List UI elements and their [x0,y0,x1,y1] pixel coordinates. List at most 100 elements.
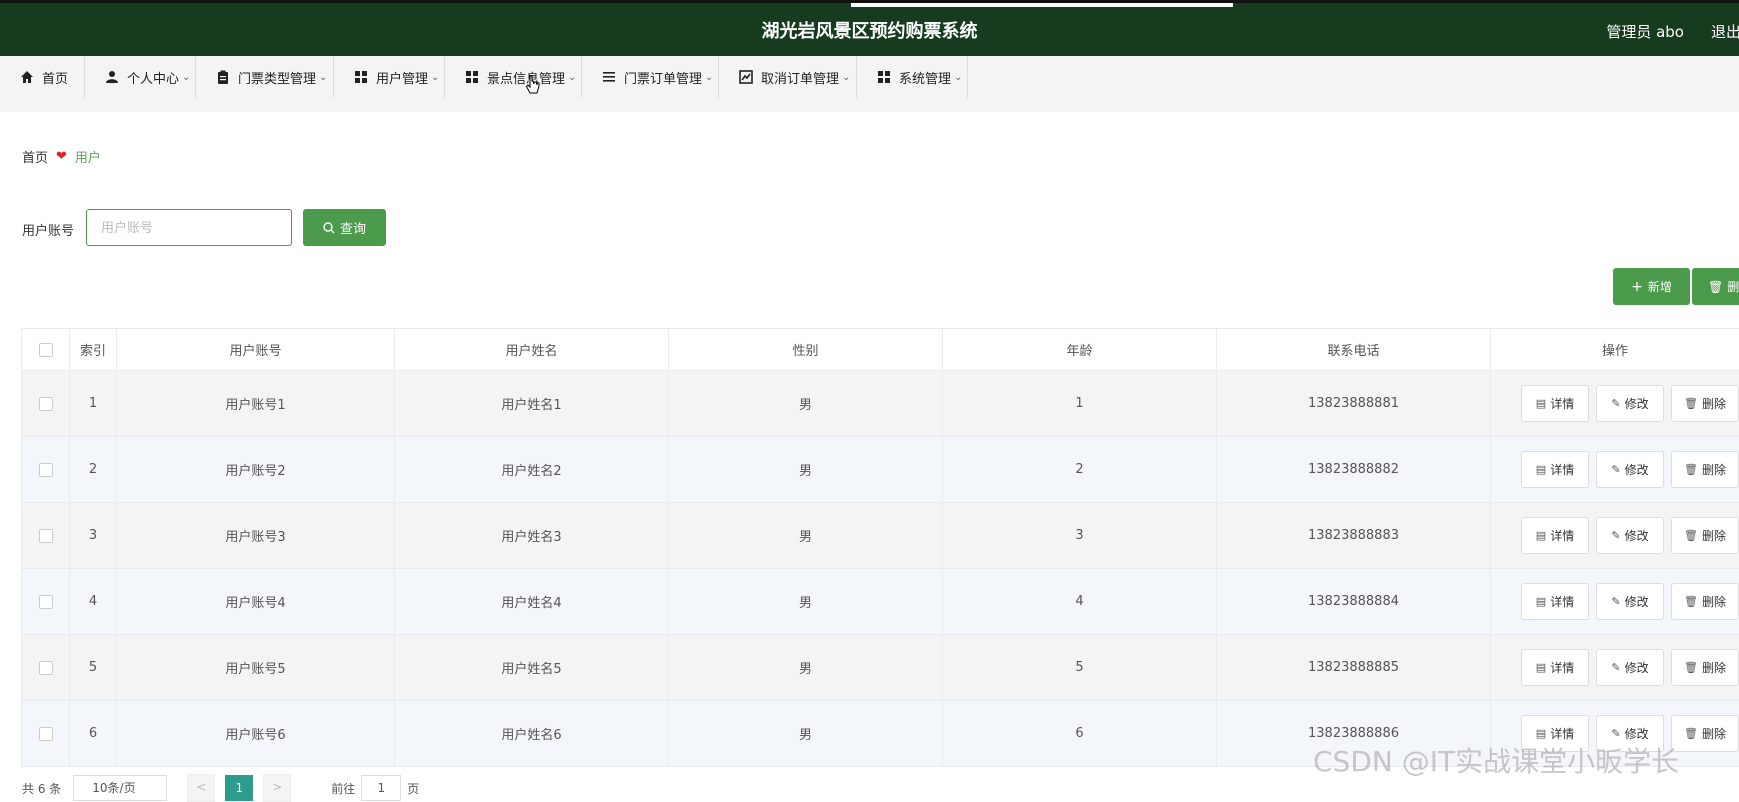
pencil-icon: ✎ [1611,397,1620,410]
batch-delete-label: 删除 [1727,278,1739,295]
cell-index: 1 [70,371,117,437]
cell-age: 6 [943,701,1217,767]
users-table: 索引 用户账号 用户姓名 性别 年龄 联系电话 操作 1用户账号1用户姓名1男1… [21,328,1739,767]
table-row: 4用户账号4用户姓名4男413823888884▤详情✎修改🗑删除 [22,569,1739,635]
row-checkbox[interactable] [39,397,53,411]
detail-button[interactable]: ▤详情 [1521,451,1589,488]
detail-button[interactable]: ▤详情 [1521,583,1589,620]
chevron-down-icon: ⌄ [705,72,713,83]
page-size-select[interactable]: 10条/页 [73,775,167,801]
delete-button[interactable]: 🗑删除 [1671,583,1739,620]
delete-button[interactable]: 🗑 删除 [1671,649,1739,686]
account-search-input[interactable] [86,209,292,246]
row-select-cell [22,437,70,503]
pencil-icon: ✎ [1611,727,1620,740]
nav-label: 个人中心 [127,68,179,87]
document-icon: ▤ [1536,397,1546,410]
breadcrumb: 首页 ❤ 用户 [22,147,101,166]
table-row: 5用户账号5用户姓名5男513823888885▤详情✎修改🗑删除 [22,635,1739,701]
cell-index: 2 [70,437,117,503]
add-button[interactable]: + 新增 [1613,268,1690,305]
search-icon [323,222,335,234]
cell-age: 5 [943,635,1217,701]
cell-name: 用户姓名1 [395,371,669,437]
detail-button[interactable]: ▤详情 [1521,517,1589,554]
cell-phone: 13823888883 [1217,503,1491,569]
row-select-cell [22,569,70,635]
delete-label: 删除 [1702,659,1726,676]
page-number-current[interactable]: 1 [225,775,253,801]
header-strip [851,3,1233,7]
delete-button[interactable]: 🗑删除 [1671,451,1739,488]
row-checkbox[interactable] [39,661,53,675]
nav-item-home[interactable]: 首页 [0,56,85,98]
search-button[interactable]: 查询 [303,209,386,246]
document-icon: ▤ [1536,595,1546,608]
row-checkbox[interactable] [39,727,53,741]
nav-item-scenic-info[interactable]: 景点信息管理 ⌄ [445,56,582,98]
heart-icon: ❤ [56,149,67,164]
nav-item-profile[interactable]: 个人中心 ⌄ [85,56,196,98]
row-checkbox[interactable] [39,463,53,477]
goto-page-input[interactable]: 1 [361,775,401,801]
row-select-cell [22,635,70,701]
delete-label: 删除 [1702,725,1726,742]
nav-item-ticket-orders[interactable]: 门票订单管理 ⌄ [582,56,719,98]
cell-gender: 男 [669,701,943,767]
document-icon: ▤ [1536,529,1546,542]
nav-item-ticket-types[interactable]: 门票类型管理 ⌄ [196,56,334,98]
breadcrumb-home[interactable]: 首页 [22,147,48,166]
edit-label: 修改 [1625,659,1649,676]
column-header: 性别 [669,329,943,371]
chart-icon [739,70,753,84]
nav-item-users[interactable]: 用户管理 ⌄ [334,56,445,98]
cell-actions: ▤详情✎修改🗑删除 [1491,371,1739,437]
prev-page-button[interactable]: < [187,774,215,802]
row-select-cell [22,503,70,569]
chevron-down-icon: ⌄ [842,72,850,83]
clipboard-icon [216,70,230,84]
row-checkbox[interactable] [39,529,53,543]
cell-age: 1 [943,371,1217,437]
cell-account: 用户账号5 [117,635,395,701]
logout-link[interactable]: 退出 [1711,21,1739,42]
detail-button[interactable]: ▤详情 [1521,649,1589,686]
trash-icon: 🗑 [1684,463,1698,476]
next-page-button[interactable]: > [263,774,291,802]
nav-label: 首页 [42,68,68,87]
edit-button[interactable]: ✎修改 [1596,451,1664,488]
trash-icon: 🗑 [1684,661,1698,674]
delete-button[interactable]: 🗑 删除 [1671,715,1739,752]
table-row: 1用户账号1用户姓名1男113823888881▤详情✎修改🗑删除 [22,371,1739,437]
table-row: 3用户账号3用户姓名3男313823888883▤详情✎修改🗑删除 [22,503,1739,569]
column-header: 年龄 [943,329,1217,371]
cell-phone: 13823888884 [1217,569,1491,635]
select-all-checkbox[interactable] [39,343,53,357]
trash-icon: 🗑 [1684,529,1698,542]
pencil-icon: ✎ [1611,463,1620,476]
edit-button[interactable]: ✎修改 [1596,649,1664,686]
delete-label: 删除 [1702,395,1726,412]
trash-icon: 🗑 [1684,727,1698,740]
detail-button[interactable]: ▤详情 [1521,385,1589,422]
nav-item-cancel-orders[interactable]: 取消订单管理 ⌄ [719,56,857,98]
nav-item-system[interactable]: 系统管理 ⌄ [857,56,968,98]
cell-gender: 男 [669,503,943,569]
mouse-pointer-icon [525,75,541,97]
chevron-down-icon: ⌄ [431,72,439,83]
nav-label: 用户管理 [376,68,428,87]
nav-label: 系统管理 [899,68,951,87]
table-header-row: 索引 用户账号 用户姓名 性别 年龄 联系电话 操作 [22,329,1739,371]
cell-account: 用户账号2 [117,437,395,503]
delete-button[interactable]: 🗑删除 [1671,385,1739,422]
cell-account: 用户账号3 [117,503,395,569]
edit-button[interactable]: ✎修改 [1596,583,1664,620]
delete-button[interactable]: 🗑 删除 [1671,517,1739,554]
row-checkbox[interactable] [39,595,53,609]
batch-delete-button[interactable]: 🗑 删除 [1692,268,1739,305]
edit-button[interactable]: ✎修改 [1596,385,1664,422]
current-user: 管理员 abo [1606,21,1684,42]
row-select-cell [22,371,70,437]
delete-label: 删除 [1702,527,1726,544]
edit-button[interactable]: ✎修改 [1596,517,1664,554]
